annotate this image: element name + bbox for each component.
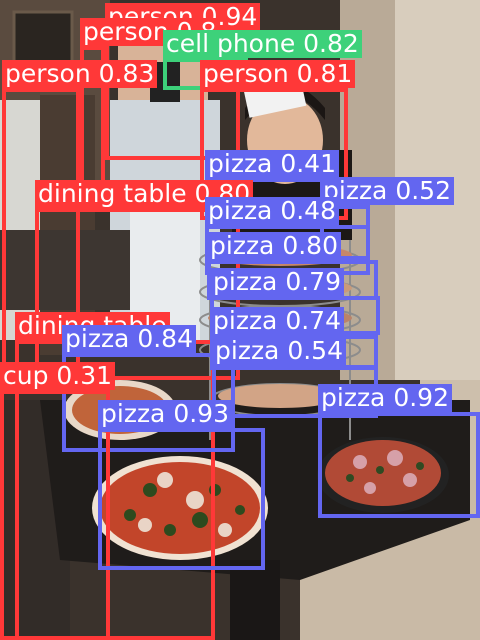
detection-label: pizza 0.54: [212, 337, 346, 365]
detection-label: pizza 0.84: [62, 325, 196, 353]
detection-label: pizza 0.52: [320, 177, 454, 205]
detection-label: cup 0.31: [0, 362, 116, 390]
detection-label: pizza 0.93: [98, 400, 232, 428]
detection-image: person 0.94 person 0.8 cell phone 0.82 pers…: [0, 0, 480, 640]
detection-label: cell phone 0.82: [163, 30, 362, 58]
detection-label: pizza 0.79: [210, 268, 344, 296]
detection-label: pizza 0.74: [210, 307, 344, 335]
detection-label: pizza 0.48: [205, 197, 339, 225]
detection-label: person 0.81: [200, 60, 356, 88]
detection-label: pizza 0.41: [205, 150, 339, 178]
detection-label: pizza 0.92: [318, 384, 452, 412]
detection-label: pizza 0.80: [207, 232, 341, 260]
detection-label: person 0.83: [2, 60, 158, 88]
